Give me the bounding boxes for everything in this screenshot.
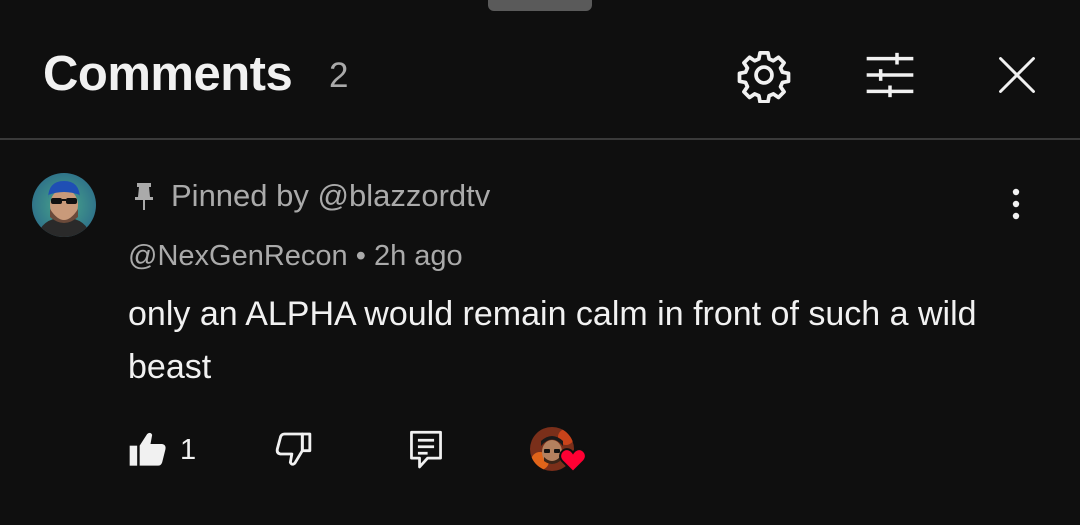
reply-icon (410, 430, 442, 469)
comments-count: 2 (329, 56, 349, 95)
comment-text: only an ALPHA would remain calm in front… (128, 295, 977, 386)
gear-icon (737, 50, 791, 103)
sliders-icon (866, 52, 914, 98)
filter-button[interactable] (862, 47, 918, 103)
like-count: 1 (180, 434, 197, 466)
more-options-button[interactable] (1000, 182, 1032, 226)
comment-time: 2h ago (373, 240, 463, 272)
more-vert-icon (1012, 188, 1020, 220)
pinned-label: Pinned by @blazzordtv (133, 176, 490, 216)
meta-separator: • (347, 240, 374, 272)
reply-button[interactable] (408, 429, 444, 471)
close-icon (999, 57, 1035, 93)
author-handle[interactable]: @NexGenRecon (128, 240, 348, 272)
settings-button[interactable] (736, 47, 792, 103)
comment-actions: 1 (0, 425, 1080, 485)
author-avatar[interactable] (32, 173, 96, 237)
close-button[interactable] (992, 50, 1042, 100)
comments-sheet: Comments 2 Pinned by @blazzordtv @NexGen… (0, 0, 1080, 525)
creator-heart-badge (530, 425, 590, 481)
thumbs-up-icon (129, 432, 166, 466)
comment-meta: @NexGenRecon • 2h ago (128, 240, 463, 273)
comments-title: Comments (43, 47, 293, 101)
comments-header: Comments 2 (0, 0, 1080, 140)
heart-icon (559, 448, 587, 474)
pinned-text: Pinned by @blazzordtv (171, 178, 491, 213)
dislike-button[interactable] (274, 429, 314, 469)
pin-icon (135, 183, 153, 210)
thumbs-down-icon (275, 432, 312, 466)
like-button[interactable] (128, 429, 168, 469)
